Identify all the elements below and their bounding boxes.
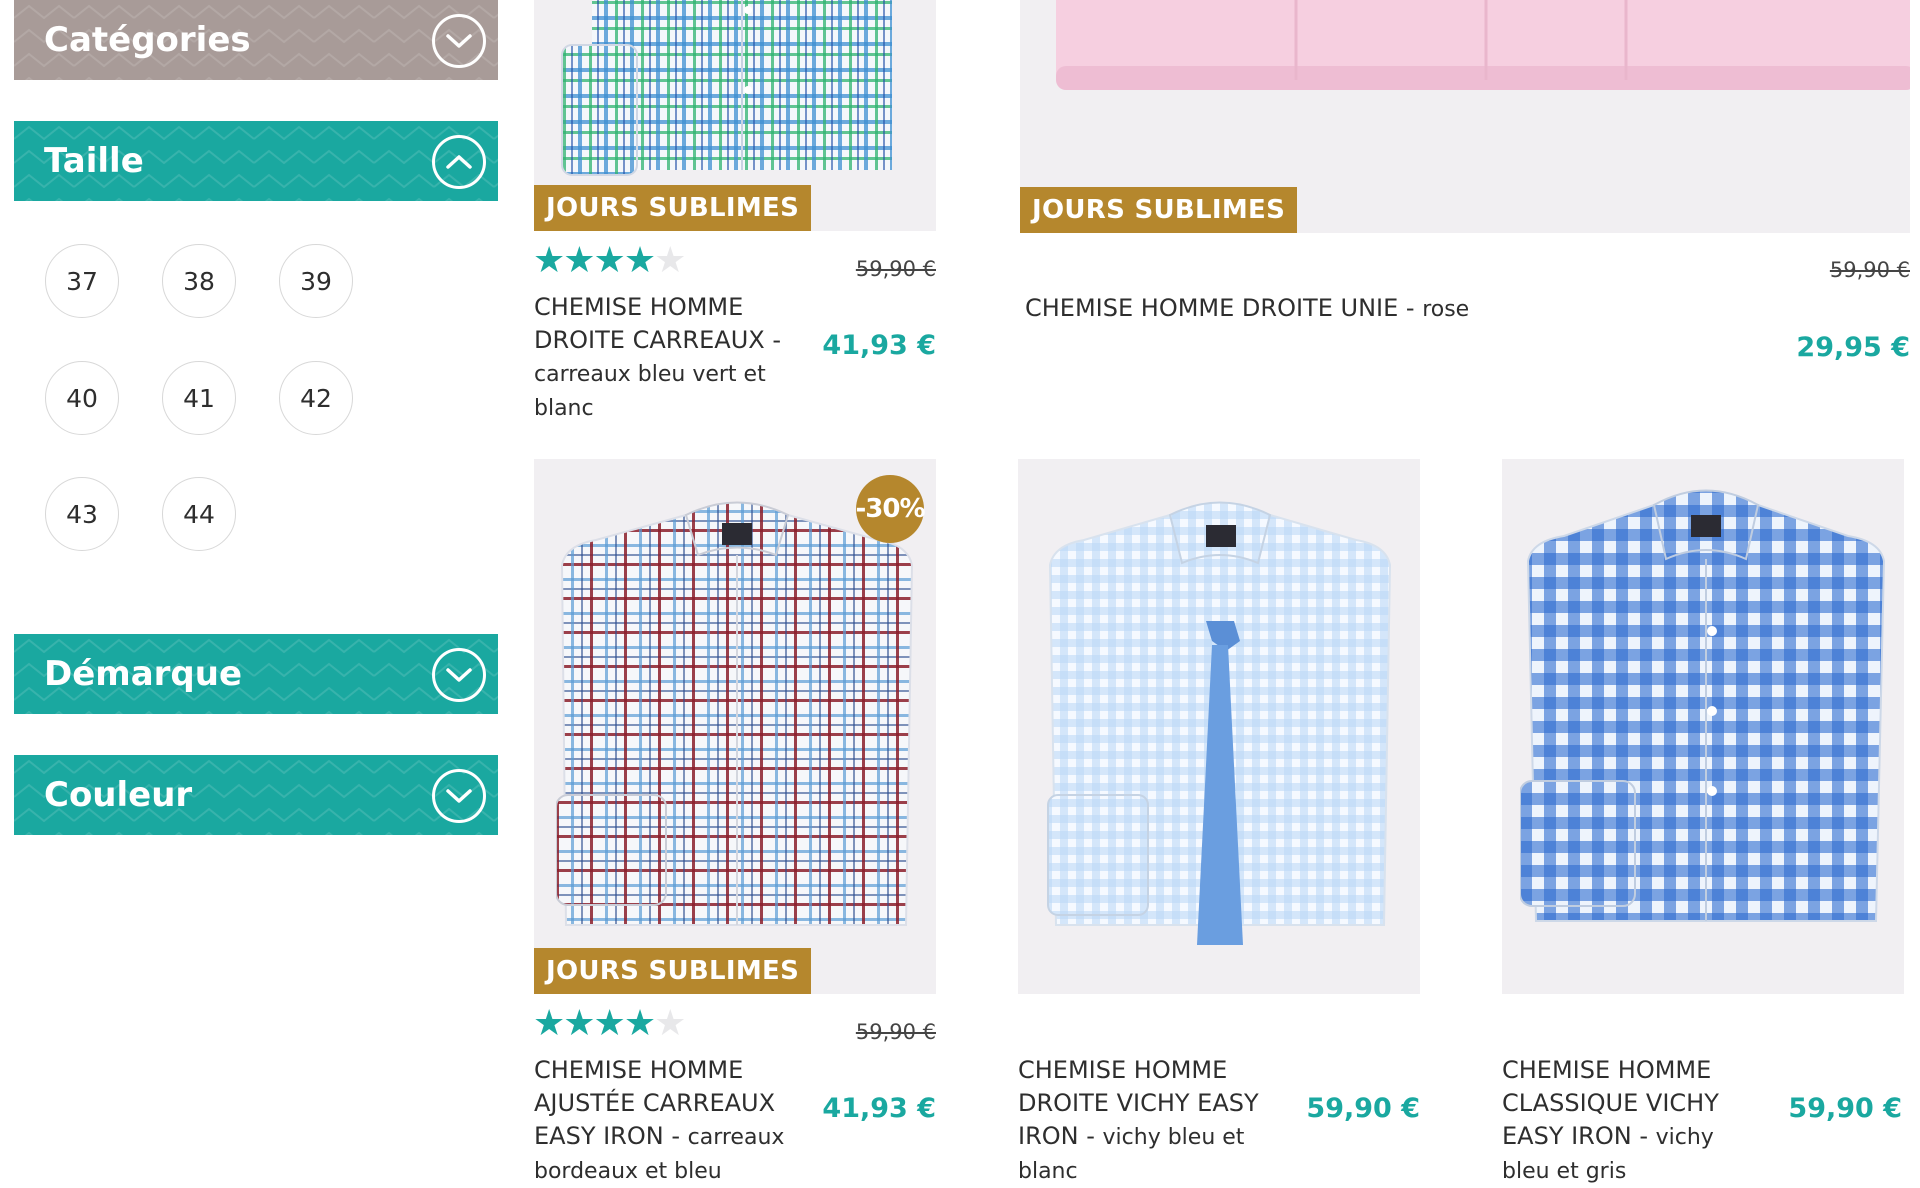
product-title[interactable]: CHEMISE HOMME AJUSTÉE CARREAUX EASY IRON… xyxy=(534,1054,794,1188)
plaid-shirt-green-blue-icon xyxy=(561,0,892,176)
jours-sublimes-badge: JOURS SUBLIMES xyxy=(1020,187,1298,233)
old-price: 59,90 € xyxy=(1829,258,1910,282)
jours-sublimes-badge: JOURS SUBLIMES xyxy=(534,185,812,231)
product-title[interactable]: CHEMISE HOMME DROITE UNIE - rose xyxy=(1025,292,1645,326)
filter-categories-header[interactable]: Catégories xyxy=(14,0,498,80)
filter-couleur-header[interactable]: Couleur xyxy=(14,755,498,835)
product-title[interactable]: CHEMISE HOMME DROITE VICHY EASY IRON - v… xyxy=(1018,1054,1288,1188)
pink-shirt-icon xyxy=(1056,0,1910,90)
old-price: 59,90 € xyxy=(855,1020,936,1044)
filter-demarque-label: Démarque xyxy=(44,654,243,694)
product-image[interactable]: -30% JOURS SUBLIMES xyxy=(534,459,936,994)
size-option-38[interactable]: 38 xyxy=(162,244,236,318)
old-price: 59,90 € xyxy=(855,257,936,281)
product-image[interactable]: JOURS SUBLIMES xyxy=(1020,0,1910,233)
price: 59,90 € xyxy=(1788,1093,1902,1124)
rating-stars: ★★★★★ xyxy=(533,1003,686,1044)
chevron-down-icon[interactable] xyxy=(432,14,486,68)
rating-stars: ★★★★★ xyxy=(533,240,686,281)
gingham-shirt-with-tie-icon xyxy=(1047,501,1392,945)
filter-categories-label: Catégories xyxy=(44,20,251,60)
blue-gingham-shirt-icon xyxy=(1520,489,1886,922)
product-title[interactable]: CHEMISE HOMME CLASSIQUE VICHY EASY IRON … xyxy=(1502,1054,1752,1188)
jours-sublimes-badge: JOURS SUBLIMES xyxy=(534,948,812,994)
size-option-39[interactable]: 39 xyxy=(279,244,353,318)
filter-couleur-label: Couleur xyxy=(44,775,193,815)
product-image[interactable] xyxy=(1018,459,1420,994)
chevron-up-icon[interactable] xyxy=(432,135,486,189)
chevron-down-icon[interactable] xyxy=(432,769,486,823)
filter-taille-header[interactable]: Taille xyxy=(14,121,498,201)
chevron-down-icon[interactable] xyxy=(432,648,486,702)
filter-demarque-header[interactable]: Démarque xyxy=(14,634,498,714)
filter-taille-label: Taille xyxy=(44,141,144,181)
price: 41,93 € xyxy=(822,1093,936,1124)
product-image[interactable] xyxy=(1502,459,1904,994)
price: 41,93 € xyxy=(822,330,936,361)
product-image[interactable]: JOURS SUBLIMES xyxy=(534,0,936,231)
price: 29,95 € xyxy=(1796,332,1910,363)
size-option-41[interactable]: 41 xyxy=(162,361,236,435)
size-option-43[interactable]: 43 xyxy=(45,477,119,551)
size-option-37[interactable]: 37 xyxy=(45,244,119,318)
size-option-44[interactable]: 44 xyxy=(162,477,236,551)
product-title[interactable]: CHEMISE HOMME DROITE CARREAUX - carreaux… xyxy=(534,291,794,425)
plaid-shirt-burgundy-blue-icon xyxy=(556,501,914,926)
price: 59,90 € xyxy=(1306,1093,1420,1124)
size-option-40[interactable]: 40 xyxy=(45,361,119,435)
size-option-42[interactable]: 42 xyxy=(279,361,353,435)
discount-badge: -30% xyxy=(855,475,926,543)
